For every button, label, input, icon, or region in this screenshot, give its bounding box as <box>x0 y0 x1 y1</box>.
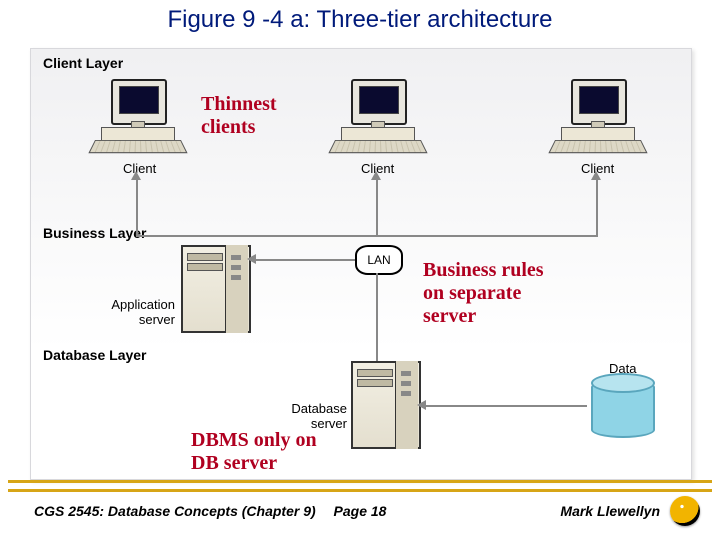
layer-label-database: Database Layer <box>43 347 147 363</box>
connector <box>596 177 598 235</box>
lan-label: LAN <box>367 253 390 267</box>
database-server <box>351 361 421 449</box>
slide: Figure 9 -4 a: Three-tier architecture C… <box>0 0 720 540</box>
connector <box>136 177 138 235</box>
divider-gold <box>8 480 712 492</box>
lan-node: LAN <box>355 245 403 275</box>
data-cylinder-icon <box>591 379 655 438</box>
connector <box>136 235 598 237</box>
client-pc-3 <box>551 79 641 154</box>
footer-left: CGS 2545: Database Concepts (Chapter 9) <box>34 503 316 519</box>
ucf-logo-icon <box>670 496 700 526</box>
db-server-label: Database server <box>285 401 347 431</box>
footer-author: Mark Llewellyn <box>560 503 660 519</box>
diagram-canvas: Client Layer Business Layer Database Lay… <box>30 48 692 480</box>
data-label: Data <box>609 361 636 376</box>
arrowhead-icon <box>131 171 141 180</box>
layer-label-client: Client Layer <box>43 55 123 71</box>
arrowhead-icon <box>371 171 381 180</box>
client-pc-2 <box>331 79 421 154</box>
client-pc-1 <box>91 79 181 154</box>
slide-footer: CGS 2545: Database Concepts (Chapter 9) … <box>0 496 720 526</box>
footer-page: Page 18 <box>334 503 387 519</box>
annotation-business-rules: Business rules on separate server <box>423 259 544 328</box>
layer-label-business: Business Layer <box>43 225 147 241</box>
connector <box>423 405 587 407</box>
connector <box>253 259 355 261</box>
arrowhead-icon <box>417 400 426 410</box>
arrowhead-icon <box>591 171 601 180</box>
annotation-dbms-only: DBMS only on DB server <box>191 429 317 475</box>
annotation-thinnest-clients: Thinnest clients <box>201 93 277 139</box>
application-server <box>181 245 251 333</box>
arrowhead-icon <box>247 254 256 264</box>
connector <box>376 273 378 365</box>
app-server-label: Application server <box>111 297 175 327</box>
slide-title: Figure 9 -4 a: Three-tier architecture <box>0 6 720 34</box>
connector <box>376 177 378 235</box>
